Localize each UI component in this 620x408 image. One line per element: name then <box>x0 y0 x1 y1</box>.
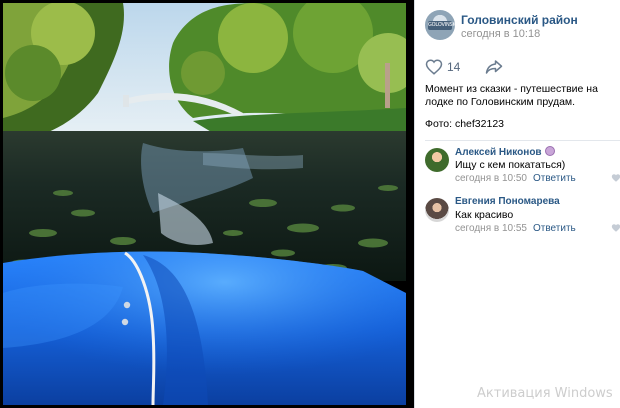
post-date[interactable]: сегодня в 10:18 <box>461 28 540 40</box>
comment-date[interactable]: сегодня в 10:55 <box>455 223 527 234</box>
comment-heart-icon[interactable] <box>611 173 620 183</box>
author-avatar[interactable]: GOLOVINSKY <box>425 10 455 40</box>
reply-link[interactable]: Ответить <box>533 223 576 234</box>
comment-heart-icon[interactable] <box>611 223 620 233</box>
comment-text: Как красиво <box>455 209 514 221</box>
commenter-name[interactable]: Евгения Пономарева <box>455 196 560 207</box>
post-side-panel: GOLOVINSKY Головинский район сегодня в 1… <box>414 0 620 408</box>
like-count: 14 <box>447 60 461 74</box>
comments-divider <box>425 140 620 141</box>
avatar-logo-text: GOLOVINSKY <box>428 21 455 30</box>
emoji-badge-icon <box>544 146 555 156</box>
comment-date[interactable]: сегодня в 10:50 <box>455 173 527 184</box>
post-actions: 14 <box>425 57 615 77</box>
photo-credit: Фото: chef32123 <box>425 118 505 130</box>
reply-link[interactable]: Ответить <box>533 173 576 184</box>
share-icon[interactable] <box>485 59 503 75</box>
post-author: GOLOVINSKY Головинский район сегодня в 1… <box>425 10 615 42</box>
commenter-avatar[interactable] <box>425 148 449 172</box>
photo-viewer <box>0 0 414 408</box>
heart-icon[interactable] <box>425 58 443 76</box>
post-photo[interactable] <box>3 3 406 405</box>
comment-text: Ищу с кем покататься) <box>455 159 566 171</box>
comment-meta: сегодня в 10:50 Ответить <box>455 173 576 184</box>
author-name[interactable]: Головинский район <box>461 13 578 27</box>
comment: Алексей Никонов Ищу с кем покататься) се… <box>425 146 620 186</box>
commenter-avatar[interactable] <box>425 198 449 222</box>
commenter-name-text[interactable]: Алексей Никонов <box>455 147 542 158</box>
comment: Евгения Пономарева Как красиво сегодня в… <box>425 196 620 236</box>
commenter-name[interactable]: Алексей Никонов <box>455 146 555 158</box>
windows-activation-watermark: Активация Windows <box>477 386 613 401</box>
post-text: Момент из сказки - путешествие на лодке … <box>425 83 598 108</box>
comment-meta: сегодня в 10:55 Ответить <box>455 223 576 234</box>
